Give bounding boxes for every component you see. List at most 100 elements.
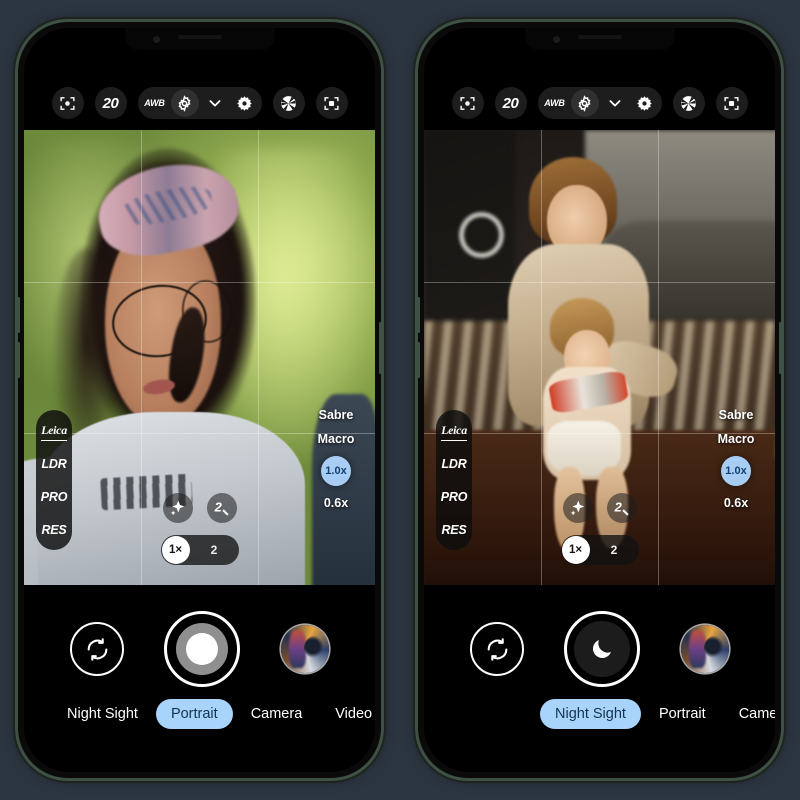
leica-logo[interactable]: Leica (37, 414, 71, 447)
chevron-down-icon[interactable] (201, 89, 229, 117)
magic-wand-icon[interactable]: 2 (606, 493, 637, 523)
mode-camera[interactable]: Camera (724, 699, 775, 729)
gear-icon[interactable] (570, 89, 599, 117)
mode-night-sight[interactable]: Night Sight (52, 699, 153, 729)
mode-night-sight[interactable]: Night Sight (540, 699, 641, 729)
notch (124, 28, 275, 50)
aperture-icon[interactable] (272, 87, 305, 119)
earpiece-speaker (577, 35, 622, 39)
notch (524, 28, 675, 50)
effects-row[interactable]: 2 (562, 493, 637, 523)
mode-selector-left[interactable]: Night Sight Portrait Camera Video (24, 697, 375, 731)
top-toolbar-right[interactable]: 20 AWB (424, 83, 775, 123)
mode-portrait[interactable]: Portrait (644, 699, 721, 729)
zoom-toggle[interactable]: 1× 2 (560, 535, 639, 565)
scan-focus-icon[interactable] (315, 87, 348, 119)
moon-icon (593, 640, 612, 659)
sun-gear-icon[interactable] (631, 89, 659, 117)
volume-down-button[interactable] (418, 342, 420, 378)
viewfinder-left[interactable]: Leica LDR PRO RES Sabre Macro 1.0x 0.6x (24, 130, 375, 585)
screenshot-stage: Leica LDR PRO RES Sabre Macro 1.0x 0.6x (0, 0, 800, 800)
aperture-icon[interactable] (672, 87, 705, 119)
macro-button[interactable]: Macro (718, 432, 755, 446)
front-camera-icon (152, 36, 160, 43)
res-button[interactable]: RES (37, 513, 71, 546)
white-balance-group[interactable]: AWB (537, 87, 662, 119)
awb-button[interactable]: AWB (541, 89, 569, 117)
grid-line (257, 130, 259, 585)
zoom-0-6x-button[interactable]: 0.6x (724, 496, 748, 510)
gallery-thumbnail[interactable] (280, 625, 329, 673)
grid-line (657, 130, 659, 585)
leica-logo[interactable]: Leica (437, 414, 471, 447)
megapixel-button[interactable]: 20 (494, 87, 527, 119)
right-control-rail[interactable]: Sabre Macro 1.0x 0.6x (705, 408, 767, 510)
volume-down-button[interactable] (18, 342, 20, 378)
phone-right-screen: Leica LDR PRO RES Sabre Macro 1.0x 0.6x (424, 28, 775, 772)
shutter-ring (574, 621, 631, 677)
flip-camera-icon[interactable] (70, 622, 125, 676)
earpiece-speaker (177, 35, 222, 39)
mode-portrait[interactable]: Portrait (155, 699, 233, 729)
phone-left-screen: Leica LDR PRO RES Sabre Macro 1.0x 0.6x (24, 28, 375, 772)
viewfinder-right[interactable]: Leica LDR PRO RES Sabre Macro 1.0x 0.6x (424, 130, 775, 585)
power-button[interactable] (779, 322, 781, 374)
bottom-bar-left: Night Sight Portrait Camera Video (24, 585, 375, 772)
volume-up-button[interactable] (18, 297, 20, 333)
gallery-thumbnail[interactable] (680, 625, 729, 673)
macro-button[interactable]: Macro (318, 432, 355, 446)
zoom-1x-button[interactable]: 1.0x (721, 456, 751, 486)
chevron-down-icon[interactable] (601, 89, 629, 117)
sparkle-icon[interactable] (562, 493, 593, 523)
scan-focus-icon[interactable] (715, 87, 748, 119)
pro-button[interactable]: PRO (437, 480, 471, 513)
zoom-toggle-2x[interactable]: 2 (190, 543, 239, 557)
shutter-core (186, 633, 219, 665)
right-control-rail[interactable]: Sabre Macro 1.0x 0.6x (305, 408, 367, 510)
effects-row[interactable]: 2 (162, 493, 237, 523)
phone-right: Leica LDR PRO RES Sabre Macro 1.0x 0.6x (418, 22, 781, 778)
shutter-button[interactable] (164, 611, 241, 687)
sabre-button[interactable]: Sabre (719, 408, 754, 422)
white-balance-group[interactable]: AWB (137, 87, 262, 119)
ldr-button[interactable]: LDR (437, 447, 471, 480)
zoom-toggle-1x[interactable]: 1× (561, 536, 590, 564)
pro-button[interactable]: PRO (37, 480, 71, 513)
grid-line (540, 130, 542, 585)
shutter-row[interactable] (24, 611, 375, 687)
shutter-ring (176, 623, 229, 675)
zoom-toggle-2x[interactable]: 2 (590, 543, 639, 557)
bottom-bar-right: Night Sight Portrait Camera (424, 585, 775, 772)
top-toolbar-left[interactable]: 20 AWB (24, 83, 375, 123)
phone-left: Leica LDR PRO RES Sabre Macro 1.0x 0.6x (18, 22, 381, 778)
sabre-button[interactable]: Sabre (319, 408, 354, 422)
zoom-1x-button[interactable]: 1.0x (321, 456, 351, 486)
flip-camera-icon[interactable] (470, 622, 525, 676)
power-button[interactable] (379, 322, 381, 374)
zoom-toggle-1x[interactable]: 1× (161, 536, 190, 564)
megapixel-button[interactable]: 20 (94, 87, 127, 119)
focus-frame-icon[interactable] (51, 87, 84, 119)
left-control-rail[interactable]: Leica LDR PRO RES (36, 410, 72, 550)
res-button[interactable]: RES (437, 513, 471, 546)
magic-wand-icon[interactable]: 2 (206, 493, 237, 523)
svg-text:2: 2 (213, 500, 221, 515)
grid-line (424, 281, 775, 283)
left-control-rail[interactable]: Leica LDR PRO RES (436, 410, 472, 550)
ldr-button[interactable]: LDR (37, 447, 71, 480)
sun-gear-icon[interactable] (231, 89, 259, 117)
gear-icon[interactable] (170, 89, 199, 117)
mode-camera[interactable]: Camera (236, 699, 318, 729)
zoom-toggle[interactable]: 1× 2 (160, 535, 239, 565)
sparkle-icon[interactable] (162, 493, 193, 523)
volume-up-button[interactable] (418, 297, 420, 333)
focus-frame-icon[interactable] (451, 87, 484, 119)
svg-text:2: 2 (613, 500, 621, 515)
mode-video[interactable]: Video (320, 699, 375, 729)
shutter-row[interactable] (424, 611, 775, 687)
zoom-0-6x-button[interactable]: 0.6x (324, 496, 348, 510)
grid-line (140, 130, 142, 585)
shutter-button[interactable] (564, 611, 641, 687)
awb-button[interactable]: AWB (141, 89, 169, 117)
mode-selector-right[interactable]: Night Sight Portrait Camera (424, 697, 775, 731)
